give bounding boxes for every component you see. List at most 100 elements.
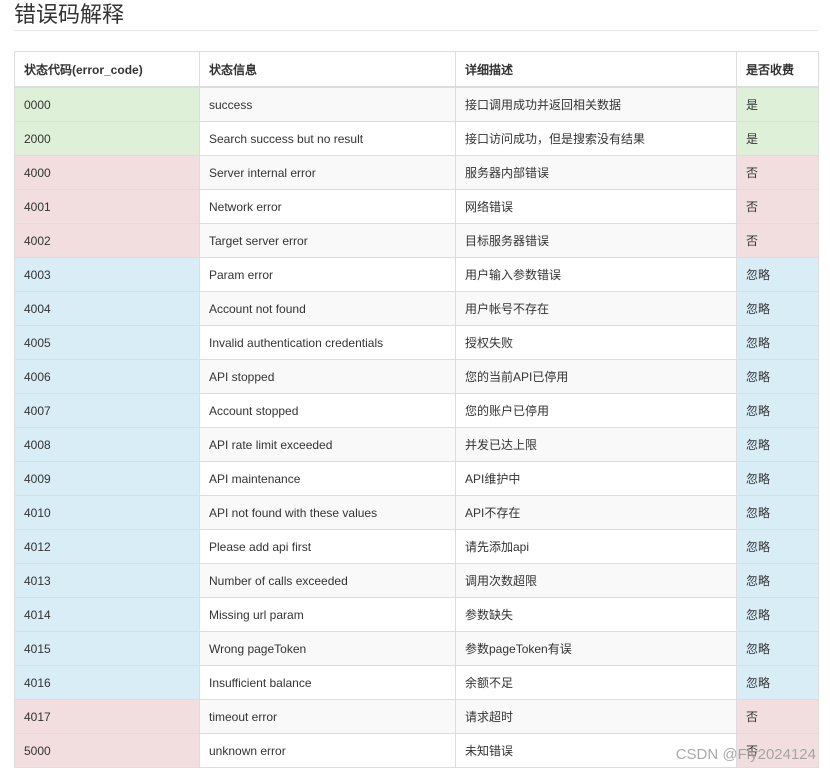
cell-error-code: 4016 (14, 665, 200, 700)
cell-description: 用户帐号不存在 (455, 291, 737, 326)
cell-description: 余额不足 (455, 665, 737, 700)
cell-description: 接口调用成功并返回相关数据 (455, 86, 737, 122)
header-description: 详细描述 (455, 51, 737, 88)
cell-charged: 否 (736, 155, 819, 190)
cell-error-code: 4008 (14, 427, 200, 462)
cell-status-message: API maintenance (199, 461, 456, 496)
cell-error-code: 5000 (14, 733, 200, 768)
table-row: 4014 Missing url param 参数缺失 忽略 (14, 597, 819, 632)
page-title: 错误码解释 (14, 2, 125, 27)
cell-error-code: 4014 (14, 597, 200, 632)
cell-charged: 否 (736, 733, 819, 768)
cell-status-message: success (199, 86, 456, 122)
cell-error-code: 4015 (14, 631, 200, 666)
cell-error-code: 4004 (14, 291, 200, 326)
cell-description: 授权失败 (455, 325, 737, 360)
cell-status-message: Insufficient balance (199, 665, 456, 700)
cell-error-code: 4006 (14, 359, 200, 394)
table-row: 4005 Invalid authentication credentials 授权… (14, 325, 819, 360)
cell-description: 服务器内部错误 (455, 155, 737, 190)
cell-charged: 否 (736, 699, 819, 734)
cell-description: 参数pageToken有误 (455, 631, 737, 666)
table-row: 4017 timeout error 请求超时否 (14, 699, 819, 734)
cell-error-code: 2000 (14, 121, 200, 156)
cell-description: API维护中 (455, 461, 737, 496)
cell-error-code: 4012 (14, 529, 200, 564)
table-row: 4015 Wrong pageToken 参数pageToken有误 忽略 (14, 631, 819, 666)
cell-charged: 忽略 (736, 563, 819, 598)
cell-status-message: unknown error (199, 733, 456, 768)
title-divider (14, 30, 818, 31)
table-body: 0000 success 接口调用成功并返回相关数据是 2000 Search succ… (14, 86, 819, 768)
cell-description: 您的当前API已停用 (455, 359, 737, 394)
cell-status-message: Number of calls exceeded (199, 563, 456, 598)
cell-description: 请先添加api (455, 529, 737, 564)
table-row: 4009 API maintenance API维护中 忽略 (14, 461, 819, 496)
cell-charged: 忽略 (736, 495, 819, 530)
cell-description: 未知错误 (455, 733, 737, 768)
cell-status-message: Wrong pageToken (199, 631, 456, 666)
cell-status-message: Invalid authentication credentials (199, 325, 456, 360)
cell-error-code: 4003 (14, 257, 200, 292)
cell-status-message: API rate limit exceeded (199, 427, 456, 462)
cell-charged: 否 (736, 223, 819, 258)
cell-charged: 是 (736, 121, 819, 156)
table-row: 4000 Server internal error 服务器内部错误否 (14, 155, 819, 190)
cell-charged: 忽略 (736, 529, 819, 564)
table-header-row: 状态代码(error_code) 状态信息 详细描述 是否收费 (14, 51, 819, 88)
table-row: 4008 API rate limit exceeded 并发已达上限 忽略 (14, 427, 819, 462)
cell-description: 接口访问成功，但是搜索没有结果 (455, 121, 737, 156)
cell-charged: 忽略 (736, 257, 819, 292)
cell-status-message: timeout error (199, 699, 456, 734)
cell-charged: 忽略 (736, 427, 819, 462)
cell-status-message: Missing url param (199, 597, 456, 632)
cell-charged: 忽略 (736, 291, 819, 326)
cell-error-code: 4005 (14, 325, 200, 360)
cell-status-message: Search success but no result (199, 121, 456, 156)
table-row: 4003 Param error 用户输入参数错误 忽略 (14, 257, 819, 292)
cell-status-message: API stopped (199, 359, 456, 394)
cell-description: 调用次数超限 (455, 563, 737, 598)
cell-charged: 忽略 (736, 359, 819, 394)
cell-status-message: Target server error (199, 223, 456, 258)
table-row: 4001 Network error 网络错误否 (14, 189, 819, 224)
table-row: 4006 API stopped 您的当前API已停用 忽略 (14, 359, 819, 394)
cell-charged: 忽略 (736, 393, 819, 428)
cell-description: 网络错误 (455, 189, 737, 224)
table-row: 4010 API not found with these values API不存… (14, 495, 819, 530)
header-charged: 是否收费 (736, 51, 819, 88)
cell-error-code: 4002 (14, 223, 200, 258)
cell-error-code: 4017 (14, 699, 200, 734)
table-row: 4004 Account not found 用户帐号不存在 忽略 (14, 291, 819, 326)
cell-charged: 否 (736, 189, 819, 224)
header-error-code: 状态代码(error_code) (14, 51, 200, 88)
cell-error-code: 4010 (14, 495, 200, 530)
cell-status-message: Server internal error (199, 155, 456, 190)
cell-description: 用户输入参数错误 (455, 257, 737, 292)
cell-charged: 忽略 (736, 665, 819, 700)
cell-error-code: 4013 (14, 563, 200, 598)
table-row: 4012 Please add api first 请先添加api 忽略 (14, 529, 819, 564)
cell-charged: 忽略 (736, 631, 819, 666)
table-row: 4007 Account stopped 您的账户已停用 忽略 (14, 393, 819, 428)
cell-error-code: 4000 (14, 155, 200, 190)
cell-error-code: 4001 (14, 189, 200, 224)
table-row: 0000 success 接口调用成功并返回相关数据是 (14, 86, 819, 122)
cell-charged: 忽略 (736, 461, 819, 496)
table-row: 5000 unknown error 未知错误否 (14, 733, 819, 768)
cell-description: 目标服务器错误 (455, 223, 737, 258)
table-row: 4002 Target server error 目标服务器错误否 (14, 223, 819, 258)
cell-status-message: Account stopped (199, 393, 456, 428)
cell-description: 并发已达上限 (455, 427, 737, 462)
cell-status-message: Account not found (199, 291, 456, 326)
table-row: 4016 Insufficient balance 余额不足 忽略 (14, 665, 819, 700)
cell-error-code: 4007 (14, 393, 200, 428)
cell-error-code: 0000 (14, 86, 200, 122)
table-row: 4013 Number of calls exceeded 调用次数超限 忽略 (14, 563, 819, 598)
cell-status-message: Network error (199, 189, 456, 224)
cell-description: 请求超时 (455, 699, 737, 734)
cell-charged: 忽略 (736, 325, 819, 360)
cell-charged: 是 (736, 86, 819, 122)
cell-error-code: 4009 (14, 461, 200, 496)
error-code-table: 状态代码(error_code) 状态信息 详细描述 是否收费 0000 succ… (14, 51, 819, 768)
